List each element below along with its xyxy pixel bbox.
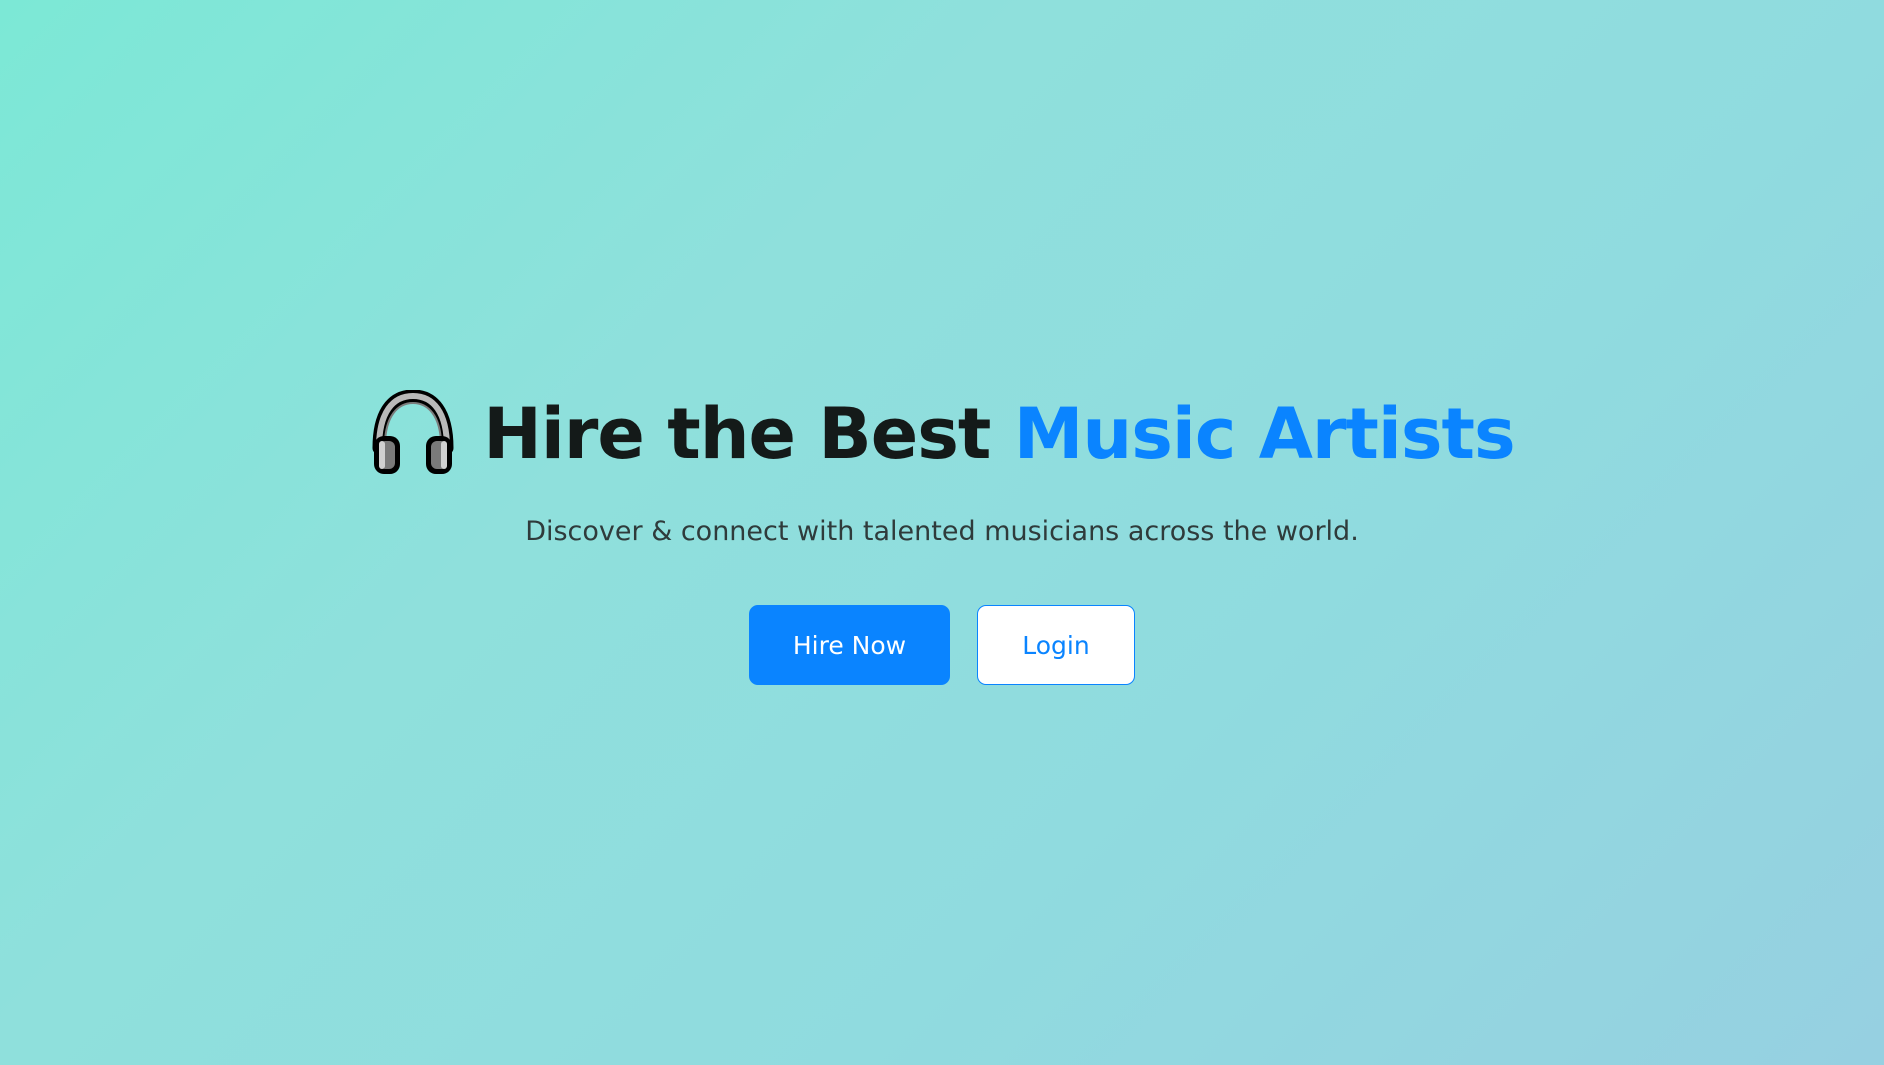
hero-section: Hire the Best Music Artists Discover & c… bbox=[0, 0, 1884, 1065]
title-main-text: Hire the Best bbox=[483, 393, 1014, 475]
headphones-icon bbox=[372, 390, 454, 474]
hero-actions: Hire Now Login bbox=[0, 605, 1884, 685]
title-accent-text: Music Artists bbox=[1013, 393, 1516, 475]
hero-subtitle: Discover & connect with talented musicia… bbox=[525, 516, 1359, 547]
login-button[interactable]: Login bbox=[977, 605, 1135, 685]
hire-now-button[interactable]: Hire Now bbox=[749, 605, 950, 685]
hero-headline: Hire the Best Music Artists bbox=[0, 384, 1884, 484]
page-title: Hire the Best Music Artists bbox=[483, 399, 1515, 469]
